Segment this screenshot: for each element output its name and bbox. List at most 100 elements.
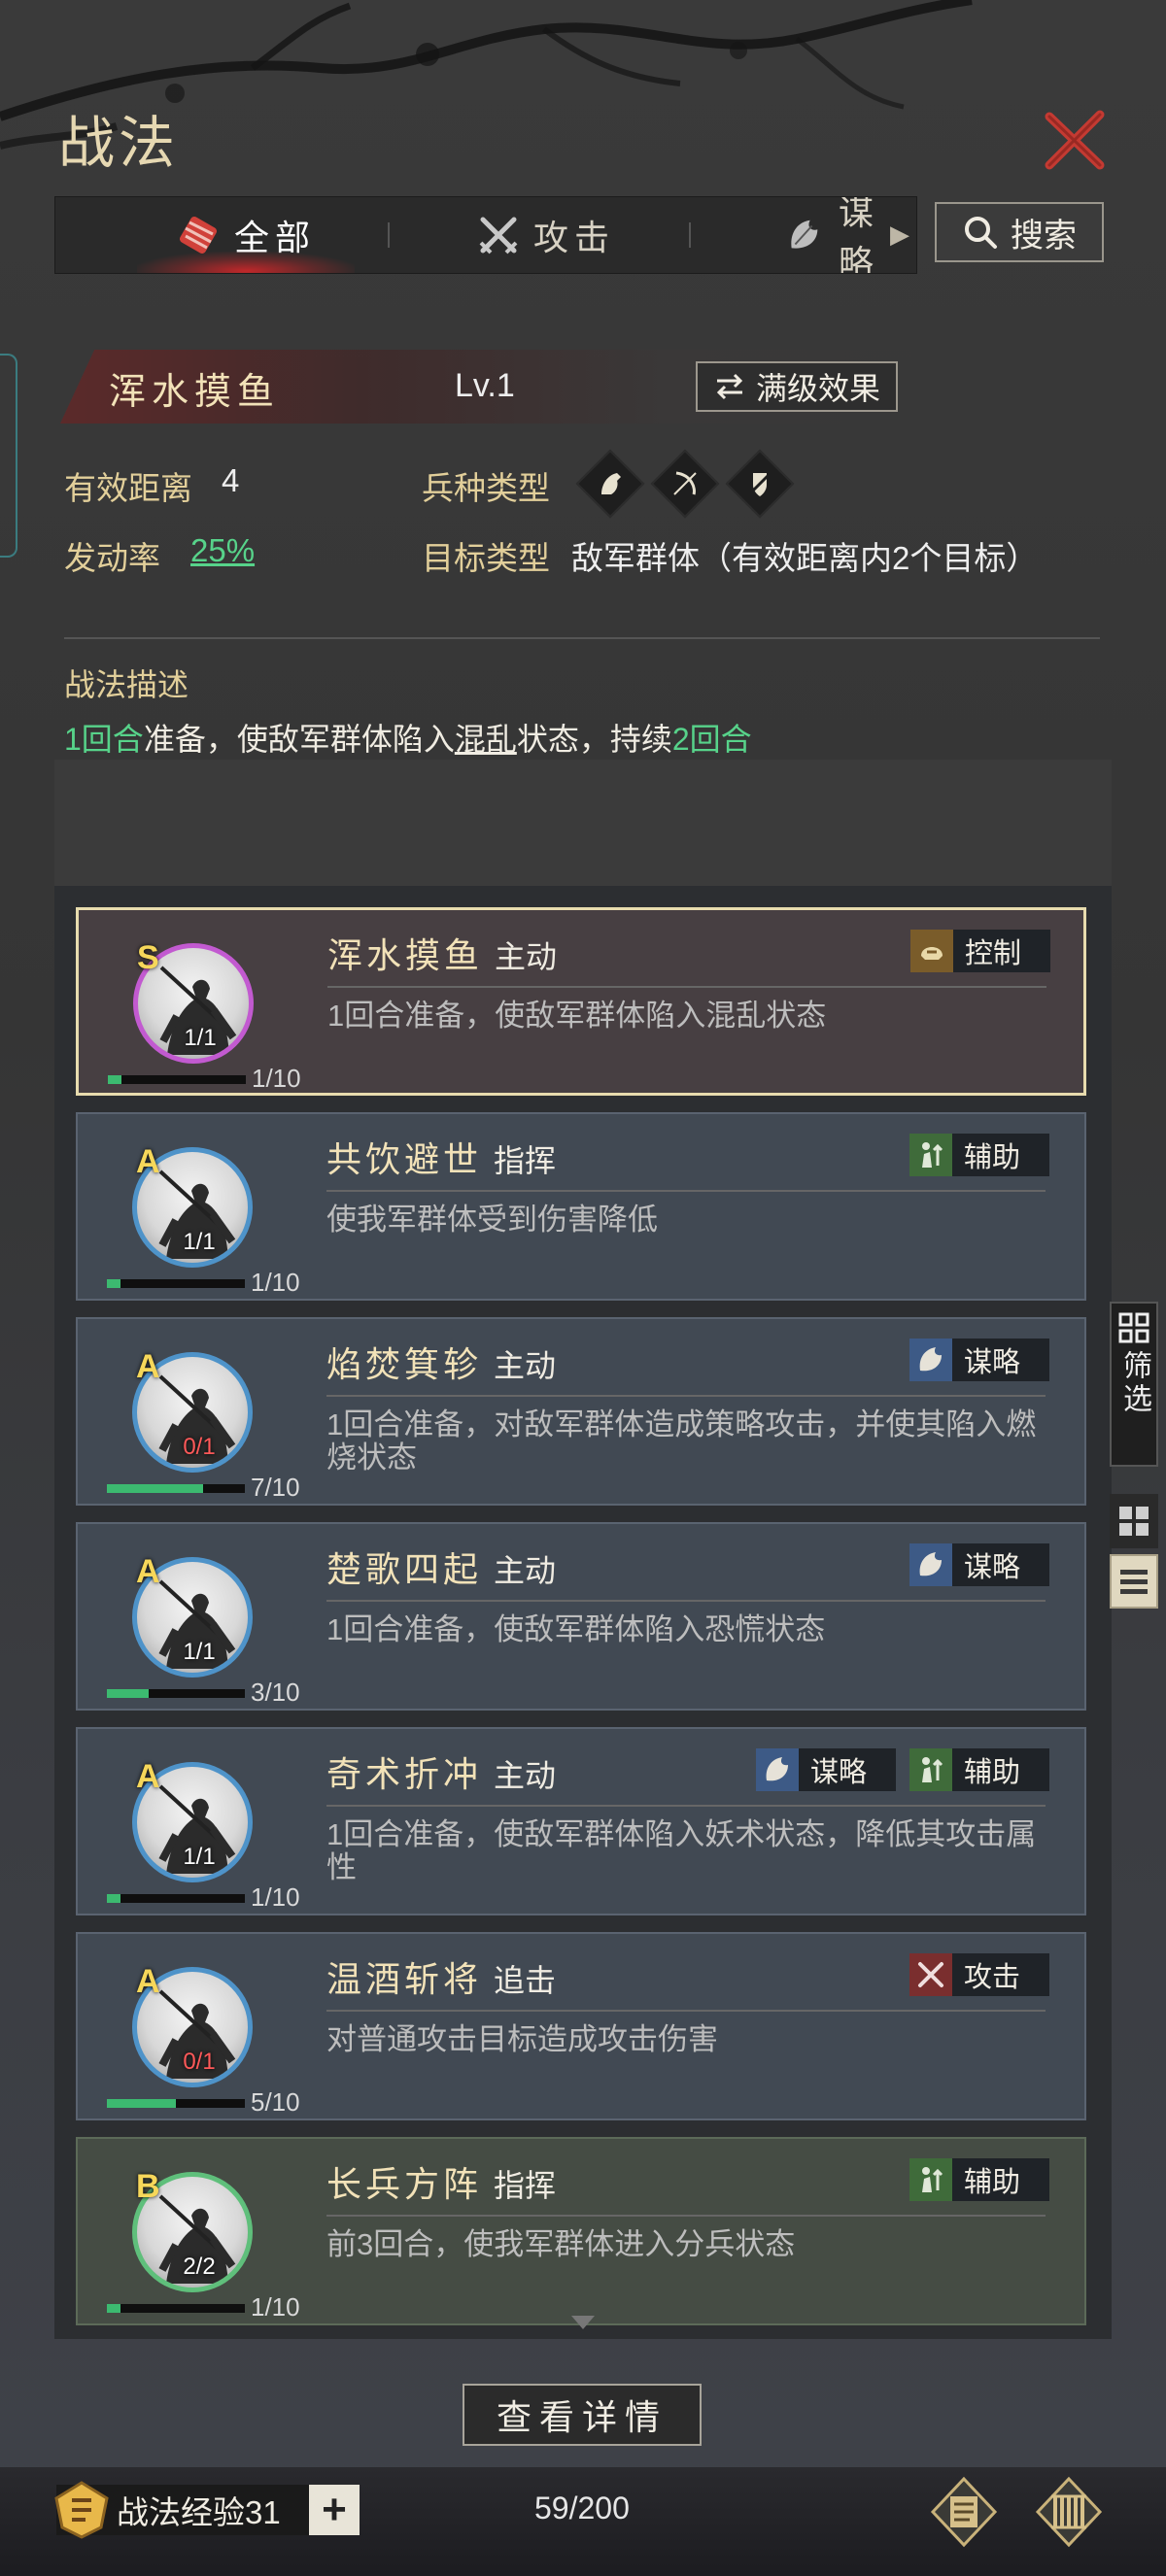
list-view-icon (1120, 1570, 1148, 1594)
shield-icon (725, 449, 795, 519)
skill-card[interactable]: A 1/1 1/10 共饮避世 指挥 辅助 使我军群体受到伤害降低 (76, 1112, 1086, 1301)
desc-status-confusion[interactable]: 混乱 (455, 722, 517, 757)
xp-bar (108, 1075, 246, 1084)
category-tag-label: 谋略 (964, 1347, 1021, 1378)
tab-bar: 全部 攻击 谋略 (54, 196, 917, 274)
description-panel-bg (54, 760, 1112, 886)
card-divider (326, 1395, 1046, 1397)
desc-rounds-2: 2回合 (671, 722, 752, 757)
xp-bar (107, 2099, 245, 2108)
view-details-button[interactable]: 查看详情 (463, 2384, 702, 2446)
xp-fill (107, 1484, 204, 1493)
skill-card[interactable]: S 1/1 1/10 浑水摸鱼 主动 控制 1回合准备，使敌军群体陷入混乱状态 (76, 907, 1086, 1096)
card-description: 1回合准备，使敌军群体陷入妖术状态，降低其攻击属性 (326, 1817, 1037, 1884)
range-label: 有效距离 (64, 470, 192, 506)
skill-card[interactable]: A 1/1 1/10 奇术折冲 主动 谋略 辅助 1回合准备，使敌军群体陷入妖术状… (76, 1727, 1086, 1915)
xp-bar (107, 1894, 245, 1903)
category-tag-label: 谋略 (810, 1757, 868, 1788)
add-exp-button[interactable]: + (309, 2485, 360, 2535)
scroll-book-icon[interactable] (927, 2475, 1001, 2549)
card-skill-type: 主动 (495, 939, 558, 974)
xp-fill (107, 2099, 176, 2108)
card-skill-type: 追击 (494, 1963, 557, 1998)
scheme-icon (791, 220, 818, 249)
exp-book-icon (54, 2481, 109, 2539)
target-type-label: 目标类型 (422, 540, 550, 576)
skill-list[interactable]: S 1/1 1/10 浑水摸鱼 主动 控制 1回合准备，使敌军群体陷入混乱状态 A… (54, 886, 1112, 2339)
card-divider (326, 1600, 1046, 1602)
xp-fill (108, 1075, 122, 1084)
left-drawer-edge[interactable] (0, 354, 17, 558)
skill-card[interactable]: A 1/1 3/10 楚歌四起 主动 谋略 1回合准备，使敌军群体陷入恐慌状态 (76, 1522, 1086, 1711)
equip-count: 0/1 (183, 1434, 216, 1460)
xp-fill (107, 1894, 121, 1903)
card-divider (326, 1805, 1046, 1807)
xp-bar (107, 2304, 245, 2313)
card-skill-name: 共饮避世 (326, 1140, 483, 1180)
category-tag-label: 辅助 (964, 1142, 1021, 1173)
category-tag: 辅助 (909, 1134, 1049, 1176)
tab-attack-label: 攻击 (533, 218, 616, 257)
close-icon[interactable] (1040, 105, 1110, 175)
card-title: 共饮避世 指挥 (326, 1132, 556, 1182)
card-title: 楚歌四起 主动 (326, 1542, 556, 1592)
equip-count: 1/1 (184, 1025, 217, 1051)
scheme-icon (909, 1339, 952, 1381)
xp-bar (107, 1689, 245, 1698)
card-description: 1回合准备，使敌军群体陷入混乱状态 (327, 999, 827, 1033)
skill-name: 浑水摸鱼 (109, 370, 281, 413)
category-tag: 辅助 (909, 2158, 1049, 2201)
category-tag-label: 控制 (965, 938, 1022, 969)
crossed-swords-icon (909, 1953, 952, 1996)
card-skill-name: 长兵方阵 (326, 2165, 483, 2205)
page-title: 战法 (58, 110, 180, 176)
card-description: 使我军群体受到伤害降低 (326, 1203, 658, 1237)
card-skill-name: 奇术折冲 (326, 1755, 483, 1795)
category-tag-label: 辅助 (964, 2167, 1021, 2198)
equip-count: 2/2 (183, 2254, 216, 2280)
skill-count: 59/200 (534, 2491, 630, 2525)
xp-text: 1/10 (252, 1064, 301, 1093)
skill-exp-label: 战法经验31 (117, 2494, 281, 2530)
max-level-effect-label: 满级效果 (755, 371, 880, 406)
rate-value[interactable]: 25% (190, 532, 255, 569)
target-type-value: 敌军群体（有效距离内2个目标） (571, 540, 1039, 576)
desc-text-2: 状态，持续 (516, 722, 672, 757)
card-description: 1回合准备，使敌军群体陷入恐慌状态 (326, 1612, 826, 1646)
card-description: 对普通攻击目标造成攻击伤害 (326, 2022, 718, 2056)
skill-card[interactable]: A 0/1 5/10 温酒斩将 追击 攻击 对普通攻击目标造成攻击伤害 (76, 1932, 1086, 2120)
xp-text: 1/10 (251, 1268, 300, 1297)
card-skill-type: 主动 (494, 1553, 557, 1588)
card-divider (327, 986, 1046, 988)
tab-attack[interactable]: 攻击 (477, 197, 615, 273)
scroll-down-indicator (571, 2316, 595, 2329)
filter-button[interactable]: 筛选 (1110, 1302, 1158, 1467)
card-description: 前3回合，使我军群体进入分兵状态 (326, 2227, 796, 2261)
card-skill-type: 指挥 (494, 2168, 557, 2203)
grid-view-button[interactable] (1110, 1494, 1158, 1548)
grid-view-icon (1119, 1507, 1149, 1536)
rate-label: 发动率 (64, 540, 160, 576)
tab-all[interactable]: 全部 (136, 197, 356, 273)
grade-badge: A (136, 1963, 160, 2000)
search-button[interactable]: 搜索 (935, 202, 1104, 262)
skill-card[interactable]: B 2/2 1/10 长兵方阵 指挥 辅助 前3回合，使我军群体进入分兵状态 (76, 2137, 1086, 2325)
xp-text: 7/10 (251, 1473, 300, 1502)
card-divider (326, 2010, 1046, 2012)
helmet-icon (910, 930, 953, 972)
skill-description-label: 战法描述 (64, 667, 189, 702)
card-skill-type: 主动 (494, 1348, 557, 1383)
bamboo-scroll-icon[interactable] (1032, 2475, 1106, 2549)
xp-text: 1/10 (251, 1882, 300, 1912)
tab-all-label: 全部 (234, 218, 317, 257)
xp-fill (107, 1689, 149, 1698)
xp-text: 1/10 (251, 2292, 300, 2322)
tab-scroll-right-icon[interactable]: ▶ (890, 220, 909, 250)
grade-badge: S (137, 939, 159, 976)
card-skill-name: 浑水摸鱼 (327, 936, 484, 976)
list-view-button[interactable] (1110, 1554, 1158, 1609)
skill-card[interactable]: A 0/1 7/10 焰焚箕轸 主动 谋略 1回合准备，对敌军群体造成策略攻击，并… (76, 1317, 1086, 1506)
max-level-effect-button[interactable]: 满级效果 (696, 361, 898, 412)
desc-rounds-1: 1回合 (64, 722, 144, 757)
grade-badge: A (136, 1143, 160, 1180)
